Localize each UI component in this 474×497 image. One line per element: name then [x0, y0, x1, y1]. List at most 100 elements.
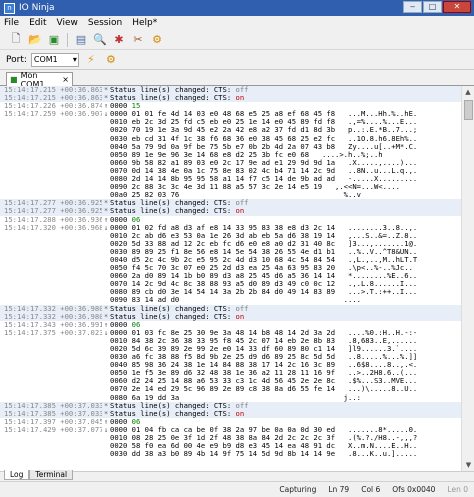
log-row: 0050 1e f5 3e 89 d6 32 48 38 1e 36 a2 11… — [0, 369, 461, 377]
log-text: Status line(s) changed: CTS: on — [110, 207, 245, 216]
log-row: 0060 9b 58 82 a1 89 03 e0 2c 17 9e ad e1… — [0, 159, 461, 167]
session-tab-bar: ■ Mon COM1 × — [0, 70, 474, 89]
log-row: 15:14:17.320 +00:36.968 ↓ 0000 01 02 fd a8… — [0, 223, 461, 232]
search-icon[interactable]: 🔍 — [92, 32, 108, 48]
tab-log[interactable]: Log — [4, 470, 30, 480]
rx-arrow-icon — [102, 264, 110, 272]
rx-arrow-icon — [102, 280, 110, 288]
log-timestamp: 15:14:17.215 +00:36.863 — [4, 94, 102, 103]
close-icon[interactable]: ✕ — [443, 1, 471, 13]
tab-mon-com1[interactable]: ■ Mon COM1 × — [6, 71, 73, 89]
log-row: 0030 dd 38 a3 b0 89 4b 14 9f 75 14 5d 9d… — [0, 450, 461, 458]
cts-flag: off — [235, 199, 249, 208]
tx-bytes: 06 — [131, 320, 141, 329]
log-timestamp — [0, 442, 102, 450]
log-row: 15:14:17.397 +00:37.045 ↑ 0000 06 — [0, 417, 461, 426]
log-text: 0030 dd 38 a3 b0 89 4b 14 9f 75 14 5d 9d… — [110, 450, 418, 459]
maximize-icon[interactable]: □ — [423, 1, 442, 13]
rx-arrow-icon: ↓ — [103, 327, 109, 337]
length-indicator: Len 0 — [447, 485, 468, 494]
log-timestamp: 15:14:17.375 +00:37.023 — [4, 328, 102, 337]
scroll-down-icon[interactable]: ▼ — [462, 459, 474, 471]
log-timestamp: 15:14:17.429 +00:37.077 — [4, 425, 102, 434]
log-text: 0010 84 38 2c 36 38 33 95 f8 45 2c 07 14… — [110, 336, 418, 345]
rx-arrow-icon — [102, 434, 110, 442]
rx-arrow-icon — [102, 361, 110, 369]
page-icon[interactable]: ▤ — [73, 32, 89, 48]
log-text: 0010 08 28 25 0e 3f 1d 2f 48 38 8a 84 2d… — [110, 434, 418, 443]
rx-arrow-icon — [102, 118, 110, 126]
log-timestamp — [0, 450, 102, 458]
log-timestamp — [0, 385, 102, 393]
line-indicator: Ln 79 — [328, 485, 350, 494]
log-timestamp — [0, 337, 102, 345]
log-view[interactable]: 15:14:17.215 +00:36.863 * Status line(s) c… — [0, 86, 461, 471]
log-row: 0060 d2 24 25 14 88 a6 53 33 c3 1c 4d 56… — [0, 377, 461, 385]
log-timestamp — [0, 345, 102, 353]
menu-view[interactable]: View — [57, 18, 78, 28]
minimize-icon[interactable]: ‒ — [403, 1, 422, 13]
scroll-up-icon[interactable]: ▲ — [462, 86, 474, 98]
rx-arrow-icon — [102, 377, 110, 385]
log-row: 0090 83 14 ad d0 .... — [0, 296, 461, 304]
menu-file[interactable]: File — [4, 18, 19, 28]
log-row: 15:14:17.385 +00:37.033 * Status line(s) c… — [0, 401, 461, 410]
log-row: 0090 2c 88 3c 3c 4e 3d 11 88 a5 57 3c 2e… — [0, 183, 461, 191]
log-text: 0060 9b 58 82 a1 89 03 e0 2c 17 9e ad e1… — [110, 158, 418, 167]
log-timestamp — [0, 143, 102, 151]
log-timestamp — [0, 296, 102, 304]
log-timestamp — [0, 361, 102, 369]
menu-edit[interactable]: Edit — [29, 18, 46, 28]
open-icon[interactable]: 📂 — [27, 32, 43, 48]
log-text: 0040 5a 79 9d 0a 9f be 75 5b e7 0b 2b 4d… — [110, 142, 418, 151]
log-row: 0020 58 f0 ea 6d 00 4e e9 b9 d8 e3 45 14… — [0, 442, 461, 450]
log-timestamp: 15:14:17.332 +00:36.980 — [4, 312, 102, 321]
monitor-icon: ■ — [10, 75, 18, 84]
log-timestamp — [0, 240, 102, 248]
cts-flag: off — [235, 401, 249, 410]
rx-arrow-icon — [102, 240, 110, 248]
log-row: 0050 f4 5c 70 3c 07 e0 25 2d d3 ea 25 4a… — [0, 264, 461, 272]
rx-arrow-icon — [102, 135, 110, 143]
save-icon[interactable]: ▣ — [46, 32, 62, 48]
vertical-scrollbar[interactable]: ▲ ▼ — [461, 86, 474, 471]
gear-icon[interactable]: ⚙ — [149, 32, 165, 48]
settings-icon[interactable]: ⚙ — [103, 52, 119, 68]
rx-arrow-icon: ↓ — [103, 109, 109, 119]
scroll-thumb[interactable] — [464, 100, 473, 120]
log-text: 0020 58 f0 ea 6d 00 4e e9 b9 d8 e3 45 14… — [110, 442, 418, 451]
rx-arrow-icon — [102, 385, 110, 393]
log-row: 15:14:17.259 +00:36.907 ↓ 0000 01 01 fe 4d… — [0, 110, 461, 118]
new-icon[interactable]: 🗋 — [8, 32, 24, 48]
rx-arrow-icon: ↓ — [103, 424, 109, 434]
log-timestamp — [0, 280, 102, 288]
flash-icon[interactable]: ✱ — [111, 32, 127, 48]
log-text: 0080 6a 19 dd 3a j..: — [110, 393, 361, 402]
log-row: 15:14:17.343 +00:36.991 ↑ 0000 06 — [0, 320, 461, 329]
log-row: 0010 84 38 2c 36 38 33 95 f8 45 2c 07 14… — [0, 337, 461, 345]
port-select[interactable]: COM1 — [30, 52, 79, 67]
log-text: 0030 eb cd 31 4f 1c 38 f6 68 36 e0 38 45… — [110, 134, 418, 143]
tool-icon[interactable]: ✂ — [130, 32, 146, 48]
menu-help[interactable]: Help* — [132, 18, 157, 28]
log-timestamp — [0, 118, 102, 126]
log-row: 15:14:17.277 +00:36.925 * Status line(s) c… — [0, 199, 461, 208]
log-text: 00a0 25 82 03 76 %..v — [110, 191, 361, 200]
log-text: 0010 eb 2c 3d 25 fd c5 eb e0 25 1e 14 e0… — [110, 118, 418, 127]
log-row: 0060 2a d0 89 14 1b b0 89 d3 a8 25 45 d6… — [0, 272, 461, 280]
tab-close-icon[interactable]: × — [62, 75, 69, 84]
cts-flag: off — [235, 304, 249, 313]
connect-icon[interactable]: ⚡ — [83, 52, 99, 68]
tab-terminal[interactable]: Terminal — [29, 470, 74, 480]
log-timestamp — [0, 167, 102, 175]
menu-session[interactable]: Session — [88, 18, 122, 28]
rx-arrow-icon — [102, 248, 110, 256]
log-text: 0000 01 01 fe 4d 14 03 e0 48 68 e5 25 a8… — [110, 110, 418, 119]
log-row: 0020 70 19 1e 3a 9d 45 e2 2a 42 e8 a2 37… — [0, 126, 461, 134]
log-row: 15:14:17.215 +00:36.863 * Status line(s) c… — [0, 93, 461, 103]
log-text: 0000 01 03 fc 8e 25 30 9e 3a 48 14 b8 48… — [110, 328, 418, 337]
log-timestamp: 15:14:17.277 +00:36.925 — [4, 199, 102, 208]
rx-arrow-icon — [102, 232, 110, 240]
log-timestamp: 15:14:17.343 +00:36.991 — [4, 320, 102, 329]
log-timestamp: 15:14:17.259 +00:36.907 — [4, 110, 102, 119]
